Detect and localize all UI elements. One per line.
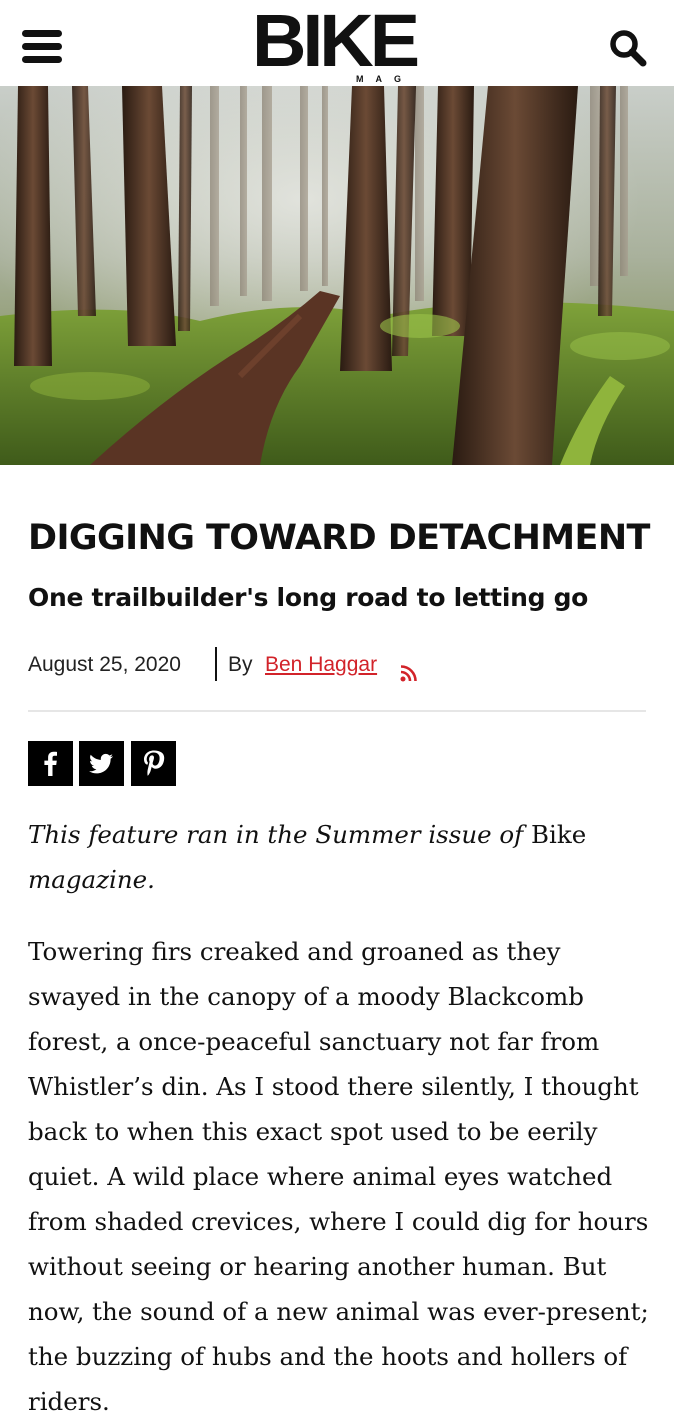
publish-date: August 25, 2020 bbox=[28, 653, 181, 676]
facebook-icon bbox=[44, 751, 57, 776]
hero-image bbox=[0, 86, 674, 465]
logo-wordmark: BIKE bbox=[251, 0, 420, 82]
pinterest-icon bbox=[144, 750, 165, 776]
author-link[interactable]: Ben Haggar bbox=[265, 645, 377, 685]
pinterest-share-button[interactable] bbox=[131, 741, 176, 786]
intro-italic-2: magazine. bbox=[28, 865, 155, 894]
by-label: By bbox=[228, 653, 253, 676]
logo-subtitle: MAG bbox=[356, 74, 413, 84]
article-subtitle: One trailbuilder's long road to letting … bbox=[28, 583, 589, 612]
facebook-share-button[interactable] bbox=[28, 741, 73, 786]
byline-divider bbox=[28, 710, 646, 712]
twitter-share-button[interactable] bbox=[79, 741, 124, 786]
rss-icon[interactable] bbox=[400, 656, 417, 682]
article-paragraph: Towering firs creaked and groaned as the… bbox=[28, 937, 649, 1416]
site-header: BIKE MAG bbox=[0, 0, 674, 86]
bike-mag-logo[interactable]: BIKE MAG bbox=[244, 0, 424, 86]
menu-bar bbox=[22, 56, 62, 63]
byline-separator bbox=[215, 647, 217, 681]
intro-magazine-name: Bike bbox=[531, 820, 587, 849]
hamburger-menu-icon[interactable] bbox=[22, 30, 62, 64]
intro-italic-1: This feature ran in the Summer issue of bbox=[28, 820, 524, 849]
intro-note: This feature ran in the Summer issue of … bbox=[28, 812, 653, 902]
twitter-icon bbox=[89, 753, 113, 774]
article-title: DIGGING TOWARD DETACHMENT bbox=[28, 518, 650, 558]
search-icon[interactable] bbox=[608, 28, 648, 68]
menu-bar bbox=[22, 43, 62, 50]
menu-bar bbox=[22, 30, 62, 37]
